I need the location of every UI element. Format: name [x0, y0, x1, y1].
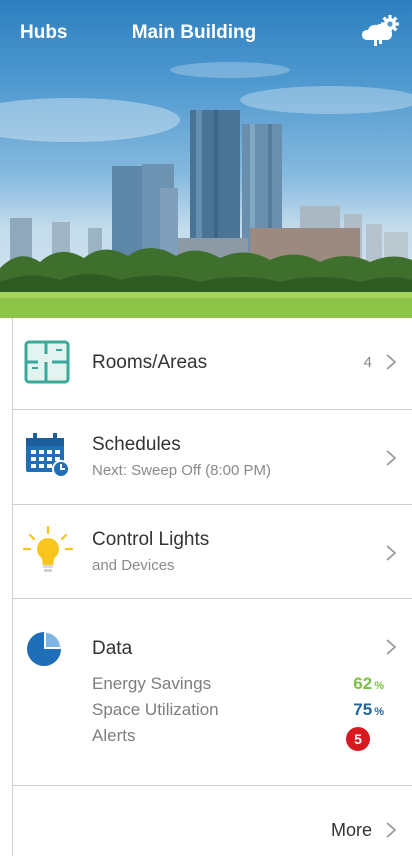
menu-item-lights[interactable]: Control Lights and Devices	[0, 505, 412, 599]
lights-label: Control Lights	[92, 529, 210, 550]
chevron-right-icon	[386, 639, 397, 655]
pie-chart-icon	[24, 629, 64, 674]
chevron-right-icon	[386, 450, 397, 466]
rooms-label: Rooms/Areas	[92, 352, 208, 373]
hero-banner: Hubs Main Building	[0, 0, 412, 318]
schedules-label: Schedules	[92, 434, 181, 455]
menu-item-data[interactable]: Data Energy Savings 62% Space Utilizatio…	[0, 599, 412, 785]
more-row[interactable]: More	[0, 786, 412, 856]
energy-savings-label: Energy Savings	[92, 674, 212, 693]
data-label: Data	[92, 638, 133, 659]
chevron-right-icon	[386, 354, 397, 370]
top-bar: Hubs Main Building	[0, 0, 412, 64]
chevron-right-icon	[386, 545, 397, 561]
schedules-next: Next: Sweep Off (8:00 PM)	[92, 462, 271, 479]
menu-item-schedules[interactable]: Schedules Next: Sweep Off (8:00 PM)	[0, 410, 412, 505]
alerts-badge[interactable]: 5	[346, 727, 370, 751]
cloud-gear-icon[interactable]	[360, 14, 400, 50]
space-utilization-label: Space Utilization	[92, 700, 219, 719]
menu-item-rooms[interactable]: Rooms/Areas 4	[0, 318, 412, 410]
more-button[interactable]: More	[331, 820, 372, 841]
space-utilization-value: 75%	[353, 700, 384, 719]
chevron-right-icon	[386, 822, 397, 838]
lightbulb-icon	[22, 525, 74, 580]
energy-savings-value: 62%	[353, 674, 384, 693]
lights-subtitle: and Devices	[92, 557, 175, 574]
calendar-clock-icon	[24, 432, 70, 483]
floorplan-icon	[24, 340, 70, 389]
rooms-count: 4	[363, 354, 372, 371]
alerts-label: Alerts	[92, 726, 136, 745]
page-title: Main Building	[131, 22, 257, 43]
